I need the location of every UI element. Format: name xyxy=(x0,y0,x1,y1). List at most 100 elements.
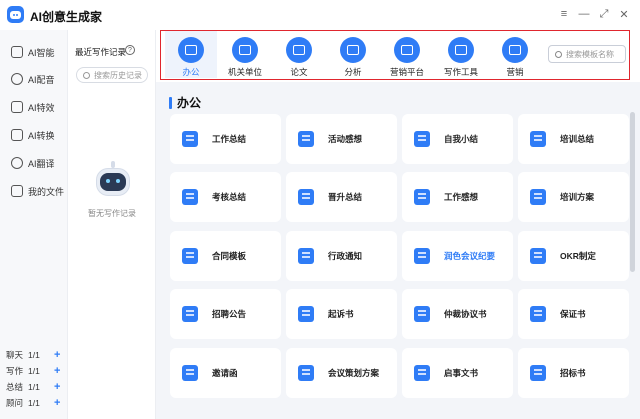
template-doc-icon xyxy=(298,131,314,147)
template-doc-icon xyxy=(298,189,314,205)
template-card[interactable]: 培训总结 xyxy=(518,114,629,164)
quota-summary: 总结 1/1 + xyxy=(6,381,61,393)
template-card-label: 仲裁协议书 xyxy=(444,309,487,319)
empty-robot-icon xyxy=(93,160,133,200)
template-search-input[interactable]: 搜索模板名称 xyxy=(548,45,626,63)
category-marketing[interactable]: 营销 xyxy=(489,31,541,78)
sidebar-item-my-files[interactable]: 我的文件 xyxy=(0,181,68,201)
template-card[interactable]: OKR制定 xyxy=(518,231,629,281)
template-card[interactable]: 起诉书 xyxy=(286,289,397,339)
title-bar: AI创意生成家 ≡ — ⤢ ✕ xyxy=(0,0,640,30)
template-doc-icon xyxy=(414,189,430,205)
sidebar-item-label: AI特效 xyxy=(28,102,55,113)
template-doc-icon xyxy=(414,248,430,264)
template-card[interactable]: 晋升总结 xyxy=(286,172,397,222)
category-label: 营销 xyxy=(506,67,524,77)
template-card-label: 培训方案 xyxy=(560,192,595,202)
robot-icon xyxy=(11,46,23,58)
template-card-label: 合同模板 xyxy=(212,251,247,261)
template-card-label: 自我小结 xyxy=(444,134,479,144)
scroll-thumb[interactable] xyxy=(630,112,635,272)
history-panel: 最近写作记录 ? 搜索历史记录 暂无写作记录 xyxy=(68,30,156,419)
add-quota-button[interactable]: + xyxy=(54,397,60,409)
category-bar: 办公 机关单位 论文 分析 营销平台 写作工具 营销 搜索模板名称 xyxy=(160,30,630,80)
app-logo-icon xyxy=(7,6,24,23)
template-card[interactable]: 工作总结 xyxy=(170,114,281,164)
convert-icon xyxy=(11,129,23,141)
template-doc-icon xyxy=(530,306,546,322)
sidebar-item-label: AI智能 xyxy=(28,47,55,58)
template-card-label: 起诉书 xyxy=(328,309,354,319)
sidebar-item-ai-convert[interactable]: AI转换 xyxy=(0,125,68,145)
category-paper[interactable]: 论文 xyxy=(273,31,325,78)
template-card-label: 行政通知 xyxy=(328,251,363,261)
quota-advisor: 顾问 1/1 + xyxy=(6,397,61,409)
category-label: 分析 xyxy=(344,67,362,77)
template-card[interactable]: 仲裁协议书 xyxy=(402,289,513,339)
category-writing-tools[interactable]: 写作工具 xyxy=(435,31,487,78)
category-office[interactable]: 办公 xyxy=(165,31,217,78)
category-label: 营销平台 xyxy=(389,67,424,77)
close-icon[interactable]: ✕ xyxy=(617,7,631,21)
maximize-icon[interactable]: ⤢ xyxy=(597,7,611,21)
menu-icon[interactable]: ≡ xyxy=(557,7,571,21)
add-quota-button[interactable]: + xyxy=(54,381,60,393)
help-icon[interactable]: ? xyxy=(125,45,135,55)
category-analysis[interactable]: 分析 xyxy=(327,31,379,78)
template-card[interactable]: 招标书 xyxy=(518,348,629,398)
sidebar-item-ai-effects[interactable]: AI特效 xyxy=(0,97,68,117)
template-card-label: 邀请函 xyxy=(212,368,238,378)
template-card[interactable]: 活动感想 xyxy=(286,114,397,164)
template-doc-icon xyxy=(414,365,430,381)
add-quota-button[interactable]: + xyxy=(54,349,60,361)
template-card-label: 启事文书 xyxy=(444,368,479,378)
template-doc-icon xyxy=(530,189,546,205)
template-card[interactable]: 保证书 xyxy=(518,289,629,339)
sidebar-item-ai-dubbing[interactable]: AI配音 xyxy=(0,69,68,89)
template-card-label: 工作总结 xyxy=(212,134,247,144)
translate-icon xyxy=(11,157,23,169)
template-card[interactable]: 自我小结 xyxy=(402,114,513,164)
app-window: AI创意生成家 ≡ — ⤢ ✕ AI智能 AI配音 AI特效 AI转换 AI翻译 xyxy=(0,0,640,419)
template-card[interactable]: 邀请函 xyxy=(170,348,281,398)
template-card-label: 招标书 xyxy=(560,368,586,378)
marketing-icon xyxy=(394,37,420,63)
minimize-icon[interactable]: — xyxy=(577,7,591,21)
content-scrollbar[interactable] xyxy=(630,94,635,414)
category-label: 写作工具 xyxy=(443,67,478,77)
template-card[interactable]: 招聘公告 xyxy=(170,289,281,339)
template-doc-icon xyxy=(414,131,430,147)
mic-icon xyxy=(11,73,23,85)
history-title: 最近写作记录 xyxy=(75,47,127,57)
search-icon xyxy=(83,71,90,79)
template-card[interactable]: 工作感想 xyxy=(402,172,513,222)
sidebar-item-ai-smart[interactable]: AI智能 xyxy=(0,42,68,62)
template-doc-icon xyxy=(182,248,198,264)
template-search-placeholder: 搜索模板名称 xyxy=(566,49,614,59)
template-card[interactable]: 行政通知 xyxy=(286,231,397,281)
add-quota-button[interactable]: + xyxy=(54,365,60,377)
template-doc-icon xyxy=(182,189,198,205)
template-card[interactable]: 考核总结 xyxy=(170,172,281,222)
template-card[interactable]: 合同模板 xyxy=(170,231,281,281)
template-doc-icon xyxy=(530,365,546,381)
template-doc-icon xyxy=(298,306,314,322)
section-marker xyxy=(169,96,172,109)
app-title: AI创意生成家 xyxy=(30,10,103,24)
category-marketing-platform[interactable]: 营销平台 xyxy=(381,31,433,78)
template-card[interactable]: 会议策划方案 xyxy=(286,348,397,398)
section-title: 办公 xyxy=(169,94,201,111)
template-card[interactable]: 润色会议纪要 xyxy=(402,231,513,281)
sidebar-item-ai-translate[interactable]: AI翻译 xyxy=(0,153,68,173)
template-doc-icon xyxy=(182,365,198,381)
history-search-input[interactable]: 搜索历史记录 xyxy=(76,67,148,83)
template-card-label: 工作感想 xyxy=(444,192,479,202)
folder-icon xyxy=(11,185,23,197)
lock-icon xyxy=(232,37,258,63)
sidebar-item-label: AI配音 xyxy=(28,74,55,85)
template-doc-icon xyxy=(182,306,198,322)
empty-history-text: 暂无写作记录 xyxy=(88,209,136,218)
template-card[interactable]: 启事文书 xyxy=(402,348,513,398)
template-card[interactable]: 培训方案 xyxy=(518,172,629,222)
category-government[interactable]: 机关单位 xyxy=(219,31,271,78)
